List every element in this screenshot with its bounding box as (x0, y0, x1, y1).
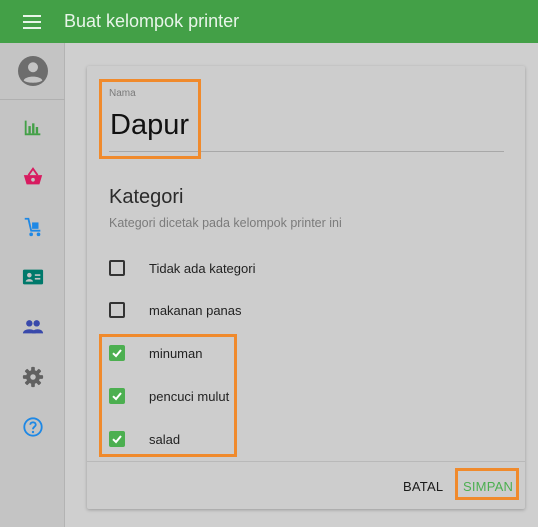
checkbox-checked[interactable] (109, 345, 125, 361)
basket-icon (23, 167, 42, 185)
category-label: makanan panas (149, 302, 242, 318)
cancel-button[interactable]: BATAL (403, 479, 443, 494)
category-option-drinks[interactable]: minuman (109, 342, 429, 364)
check-icon (112, 349, 122, 358)
check-icon (112, 392, 122, 401)
category-option-salad[interactable]: salad (109, 428, 429, 450)
sidebar-item-customers[interactable] (0, 302, 65, 352)
sidebar-item-account[interactable] (0, 43, 65, 100)
menu-button[interactable] (0, 0, 64, 43)
app-bar: Buat kelompok printer (0, 0, 538, 43)
account-icon (17, 56, 48, 86)
people-icon (22, 320, 43, 334)
category-label: minuman (149, 345, 203, 361)
sidebar-item-sales[interactable] (0, 152, 65, 202)
cart-icon (24, 217, 40, 237)
checkbox-unchecked[interactable] (109, 302, 125, 318)
sidebar-item-items[interactable] (0, 202, 65, 252)
actions-divider (87, 461, 525, 462)
help-icon (22, 417, 43, 437)
categories-subtitle: Kategori dicetak pada kelompok printer i… (109, 216, 342, 230)
sidebar-item-reports[interactable] (0, 102, 65, 152)
checkbox-checked[interactable] (109, 388, 125, 404)
sidebar-item-settings[interactable] (0, 352, 65, 402)
category-option-none[interactable]: Tidak ada kategori (109, 257, 429, 279)
category-label: salad (149, 431, 181, 447)
check-icon (112, 435, 122, 444)
category-label: pencuci mulut (149, 388, 230, 404)
checkbox-unchecked[interactable] (109, 260, 125, 276)
name-field[interactable]: Nama Dapur (109, 85, 504, 152)
id-card-icon (22, 269, 43, 285)
category-label: Tidak ada kategori (149, 260, 256, 276)
hamburger-icon (23, 14, 41, 29)
save-button[interactable]: SIMPAN (463, 479, 513, 494)
sidebar-item-employees[interactable] (0, 252, 65, 302)
category-option-hot-food[interactable]: makanan panas (109, 299, 429, 321)
categories-title: Kategori (109, 186, 184, 208)
page-title: Buat kelompok printer (64, 11, 240, 31)
category-option-dessert[interactable]: pencuci mulut (109, 385, 429, 407)
sidebar-item-help[interactable] (0, 402, 65, 452)
checkbox-checked[interactable] (109, 431, 125, 447)
gear-icon (22, 366, 43, 388)
sidebar (0, 43, 65, 527)
name-input[interactable]: Dapur (110, 109, 189, 142)
bar-chart-icon (24, 120, 40, 136)
name-label: Nama (109, 88, 136, 99)
